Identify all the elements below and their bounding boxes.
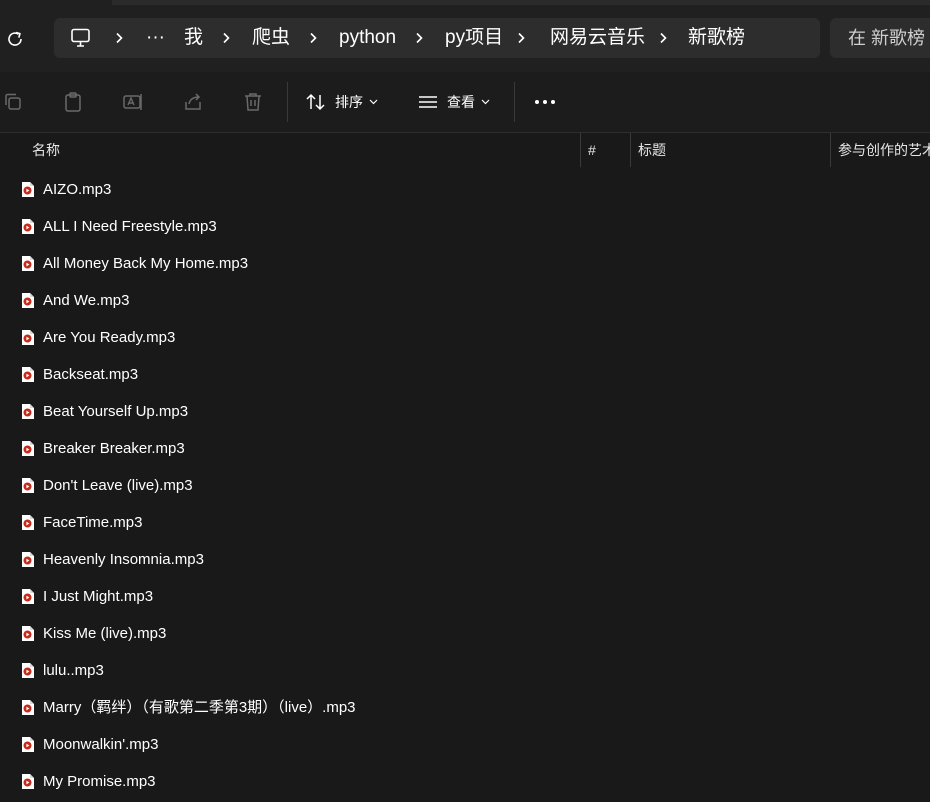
breadcrumb-item-py-project[interactable]: py项目 (445, 18, 503, 58)
breadcrumb-item-python[interactable]: python (339, 18, 396, 58)
file-name: Heavenly Insomnia.mp3 (43, 551, 204, 568)
file-row[interactable]: My Promise.mp3 (0, 763, 930, 800)
file-name: Moonwalkin'.mp3 (43, 736, 159, 753)
toolbar-separator (514, 82, 515, 122)
search-box[interactable]: 在 新歌榜 中 (830, 18, 930, 58)
delete-icon[interactable] (241, 90, 265, 114)
sort-label: 排序 (335, 94, 363, 110)
address-area: ··· 我 爬虫 python py项目 网易云音乐 新歌榜 在 新歌榜 (0, 0, 930, 72)
file-name: Beat Yourself Up.mp3 (43, 403, 189, 420)
audio-file-icon (22, 515, 34, 530)
column-header-name[interactable]: 名称 (32, 133, 60, 167)
audio-file-icon (22, 330, 34, 345)
file-name: Kiss Me (live).mp3 (43, 625, 167, 642)
file-name: AIZO.mp3 (43, 181, 112, 198)
sort-button[interactable]: 排序 (305, 86, 378, 118)
share-icon[interactable] (181, 90, 205, 114)
column-header-number[interactable]: # (588, 133, 596, 167)
file-explorer-window: ··· 我 爬虫 python py项目 网易云音乐 新歌榜 在 新歌榜 排序 … (0, 0, 930, 802)
file-name: All Money Back My Home.mp3 (43, 255, 249, 272)
file-name: Backseat.mp3 (43, 366, 139, 383)
file-list: AIZO.mp3 ALL I Need Freestyle.mp3 All Mo… (0, 171, 930, 800)
copy-icon[interactable] (1, 90, 25, 114)
file-row[interactable]: I Just Might.mp3 (0, 578, 930, 615)
audio-file-icon (22, 663, 34, 678)
file-name: My Promise.mp3 (43, 773, 156, 790)
column-header-artists[interactable]: 参与创作的艺术家 (838, 133, 930, 167)
breadcrumb-item-crawler[interactable]: 爬虫 (252, 18, 290, 58)
more-icon (535, 100, 555, 104)
audio-file-icon (22, 441, 34, 456)
audio-file-icon (22, 182, 34, 197)
breadcrumb-item-netease-music[interactable]: 网易云音乐 (550, 18, 645, 58)
file-name: Marry（羁绊）（有歌第二季第3期）（live）.mp3 (43, 699, 356, 716)
column-header-title[interactable]: 标题 (638, 133, 666, 167)
column-divider[interactable] (830, 133, 831, 167)
column-header-row: 名称 # 标题 参与创作的艺术家 (0, 133, 930, 167)
file-name: And We.mp3 (43, 292, 130, 309)
audio-file-icon (22, 774, 34, 789)
rename-icon[interactable] (121, 90, 145, 114)
file-name: FaceTime.mp3 (43, 514, 143, 531)
file-name: lulu..mp3 (43, 662, 104, 679)
file-row[interactable]: FaceTime.mp3 (0, 504, 930, 541)
audio-file-icon (22, 293, 34, 308)
view-label: 查看 (447, 94, 475, 110)
file-name: ALL I Need Freestyle.mp3 (43, 218, 217, 235)
breadcrumb-item-me[interactable]: 我 (184, 18, 203, 58)
chevron-right-icon[interactable] (514, 31, 528, 45)
file-row[interactable]: ALL I Need Freestyle.mp3 (0, 208, 930, 245)
column-divider[interactable] (580, 133, 581, 167)
address-bar[interactable]: ··· 我 爬虫 python py项目 网易云音乐 新歌榜 (54, 18, 820, 58)
file-row[interactable]: All Money Back My Home.mp3 (0, 245, 930, 282)
column-divider[interactable] (630, 133, 631, 167)
audio-file-icon (22, 219, 34, 234)
tab-strip (112, 0, 930, 5)
more-options-button[interactable] (534, 86, 556, 118)
file-row[interactable]: Don't Leave (live).mp3 (0, 467, 930, 504)
view-button[interactable]: 查看 (417, 86, 490, 118)
chevron-right-icon[interactable] (412, 31, 426, 45)
computer-icon[interactable] (70, 28, 92, 48)
file-name: Are You Ready.mp3 (43, 329, 176, 346)
file-row[interactable]: Moonwalkin'.mp3 (0, 726, 930, 763)
toolbar-separator (287, 82, 288, 122)
file-row[interactable]: Breaker Breaker.mp3 (0, 430, 930, 467)
audio-file-icon (22, 589, 34, 604)
file-row[interactable]: AIZO.mp3 (0, 171, 930, 208)
audio-file-icon (22, 626, 34, 641)
audio-file-icon (22, 478, 34, 493)
file-row[interactable]: Beat Yourself Up.mp3 (0, 393, 930, 430)
file-row[interactable]: Kiss Me (live).mp3 (0, 615, 930, 652)
chevron-right-icon[interactable] (306, 31, 320, 45)
paste-icon[interactable] (61, 90, 85, 114)
refresh-icon[interactable] (2, 26, 28, 52)
file-row[interactable]: Backseat.mp3 (0, 356, 930, 393)
file-name: I Just Might.mp3 (43, 588, 154, 605)
chevron-down-icon (481, 99, 490, 105)
file-row[interactable]: Are You Ready.mp3 (0, 319, 930, 356)
file-row[interactable]: Heavenly Insomnia.mp3 (0, 541, 930, 578)
file-name: Breaker Breaker.mp3 (43, 440, 185, 457)
file-row[interactable]: lulu..mp3 (0, 652, 930, 689)
chevron-right-icon[interactable] (219, 31, 233, 45)
chevron-right-icon[interactable] (656, 31, 670, 45)
search-input[interactable]: 在 新歌榜 中 (848, 18, 930, 58)
chevron-right-icon[interactable] (112, 31, 126, 45)
file-row[interactable]: Marry（羁绊）（有歌第二季第3期）（live）.mp3 (0, 689, 930, 726)
breadcrumb-overflow-icon[interactable]: ··· (146, 18, 165, 58)
audio-file-icon (22, 367, 34, 382)
breadcrumb-item-new-songs[interactable]: 新歌榜 (688, 18, 745, 58)
file-row[interactable]: And We.mp3 (0, 282, 930, 319)
audio-file-icon (22, 737, 34, 752)
command-bar: 排序 查看 (0, 72, 930, 133)
view-icon (419, 96, 437, 108)
audio-file-icon (22, 404, 34, 419)
chevron-down-icon (369, 99, 378, 105)
file-name: Don't Leave (live).mp3 (43, 477, 193, 494)
audio-file-icon (22, 700, 34, 715)
audio-file-icon (22, 552, 34, 567)
audio-file-icon (22, 256, 34, 271)
sort-icon (306, 93, 325, 111)
